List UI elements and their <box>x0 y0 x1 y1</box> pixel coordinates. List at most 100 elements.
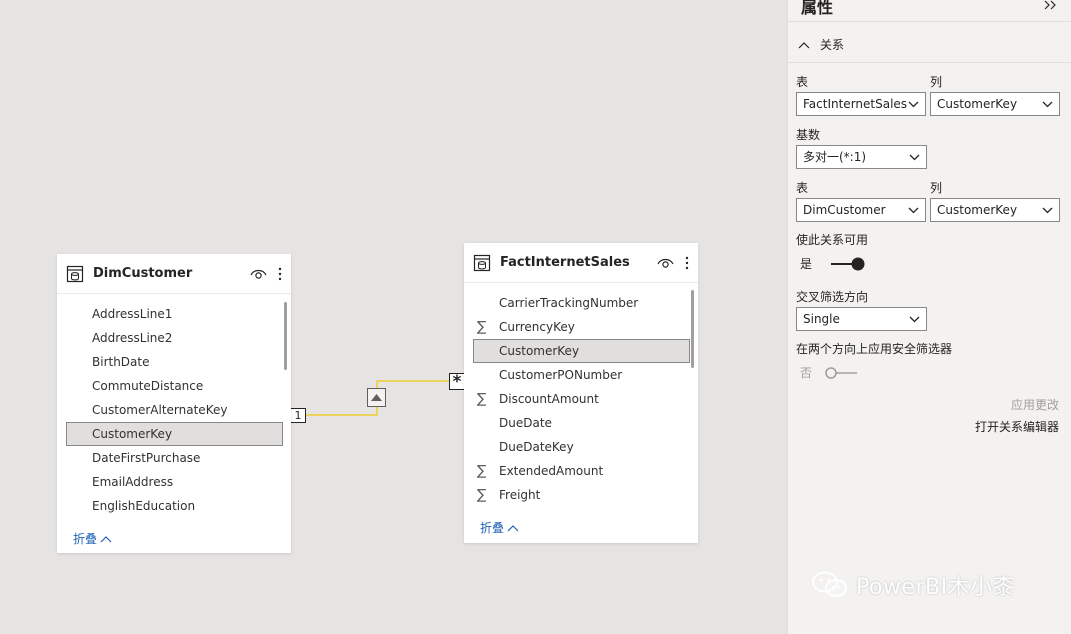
active-state: 是 <box>800 257 813 271</box>
field-row[interactable]: DueDate <box>464 411 698 435</box>
field-name: AddressLine1 <box>92 307 173 321</box>
watermark-text: PowerBI木小桼 <box>856 575 1016 600</box>
field-row[interactable]: CommuteDistance <box>57 374 291 398</box>
field-row[interactable]: CustomerPONumber <box>464 363 698 387</box>
section-divider <box>788 62 1071 63</box>
pane-header: 属性 <box>788 0 1071 22</box>
chevron-up-icon <box>507 524 519 531</box>
field-name: CurrencyKey <box>499 320 575 334</box>
field-name: EnglishEducation <box>92 499 196 513</box>
chevron-down-icon <box>909 154 920 161</box>
active-toggle[interactable]: 是 <box>800 255 866 272</box>
table1-value: FactInternetSales <box>803 97 908 111</box>
relationship-one-label: 1 <box>294 409 302 422</box>
sum-icon: ∑ <box>477 319 487 335</box>
toggle-switch-on[interactable] <box>830 257 866 271</box>
field-name: EmailAddress <box>92 475 174 489</box>
field-row[interactable]: DateFirstPurchase <box>57 446 291 470</box>
field-name: DueDateKey <box>499 440 574 454</box>
field-name: AddressLine2 <box>92 331 173 345</box>
field-row-selected[interactable]: CustomerKey <box>66 422 283 446</box>
chevron-down-icon <box>908 207 919 214</box>
table1-dropdown[interactable]: FactInternetSales <box>796 92 926 116</box>
open-relationship-editor-link[interactable]: 打开关系编辑器 <box>975 418 1059 435</box>
properties-pane: 属性 关系 表 列 FactInternetSales CustomerKey … <box>787 0 1071 634</box>
field-row[interactable]: EnglishEducation <box>57 494 291 518</box>
model-canvas[interactable]: 1 * DimCustomer AddressLine1 AddressLine… <box>0 0 787 634</box>
chevron-down-icon <box>1042 101 1053 108</box>
section-label: 关系 <box>820 38 845 52</box>
sum-icon: ∑ <box>477 463 487 479</box>
column1-value: CustomerKey <box>937 97 1018 111</box>
pane-title: 属性 <box>801 0 834 17</box>
eye-icon[interactable] <box>657 256 674 270</box>
double-chevron-right-icon[interactable] <box>1043 0 1057 10</box>
field-row[interactable]: BirthDate <box>57 350 291 374</box>
security-state: 否 <box>800 366 813 380</box>
table1-label: 表 <box>796 75 809 89</box>
table-title: DimCustomer <box>93 266 193 281</box>
table-card-dimcustomer[interactable]: DimCustomer AddressLine1 AddressLine2 Bi… <box>57 254 291 553</box>
field-name: CustomerPONumber <box>499 368 623 382</box>
column2-label: 列 <box>930 181 943 195</box>
field-row[interactable]: EmailAddress <box>57 470 291 494</box>
column1-dropdown[interactable]: CustomerKey <box>930 92 1060 116</box>
field-row[interactable]: ∑ Freight <box>464 483 698 507</box>
field-row[interactable]: CarrierTrackingNumber <box>464 291 698 315</box>
field-list[interactable]: AddressLine1 AddressLine2 BirthDate Comm… <box>57 302 291 518</box>
apply-changes-button[interactable]: 应用更改 <box>1011 396 1059 413</box>
field-name: Freight <box>499 488 541 502</box>
field-row[interactable]: DueDateKey <box>464 435 698 459</box>
field-name: CustomerKey <box>92 427 173 441</box>
field-row[interactable]: AddressLine2 <box>57 326 291 350</box>
field-name: CustomerAlternateKey <box>92 403 228 417</box>
cardinality-dropdown[interactable]: 多对一(*:1) <box>796 145 927 169</box>
filter-direction-dropdown[interactable]: Single <box>796 307 927 331</box>
table-header[interactable]: DimCustomer <box>57 254 291 294</box>
watermark: PowerBI木小桼 <box>810 569 1015 601</box>
toggle-switch-off[interactable] <box>824 366 860 380</box>
relationship-direction-button[interactable] <box>367 388 386 407</box>
more-vertical-icon[interactable] <box>684 255 690 271</box>
field-name: DueDate <box>499 416 552 430</box>
field-name: CommuteDistance <box>92 379 204 393</box>
chevron-down-icon <box>1042 207 1053 214</box>
table-card-factinternetsales[interactable]: FactInternetSales CarrierTrackingNumber … <box>464 243 698 543</box>
scrollbar-thumb[interactable] <box>284 302 287 370</box>
field-row[interactable]: ∑ ExtendedAmount <box>464 459 698 483</box>
active-label: 使此关系可用 <box>796 233 869 247</box>
field-row[interactable]: ∑ DiscountAmount <box>464 387 698 411</box>
scrollbar-thumb[interactable] <box>691 290 694 368</box>
collapse-button[interactable]: 折叠 <box>480 519 519 536</box>
relationship-many-label: * <box>452 372 462 392</box>
eye-icon[interactable] <box>250 267 267 281</box>
security-filter-toggle[interactable]: 否 <box>800 364 860 381</box>
field-row[interactable]: CustomerAlternateKey <box>57 398 291 422</box>
collapse-label: 折叠 <box>480 521 505 535</box>
relationship-one-marker[interactable]: 1 <box>290 408 306 423</box>
section-toggle-relationship[interactable]: 关系 <box>798 36 844 53</box>
more-vertical-icon[interactable] <box>277 266 283 282</box>
table2-dropdown[interactable]: DimCustomer <box>796 198 926 222</box>
sum-icon: ∑ <box>477 391 487 407</box>
chevron-down-icon <box>909 316 920 323</box>
column1-label: 列 <box>930 75 943 89</box>
relationship-many-marker[interactable]: * <box>449 372 465 392</box>
chevron-up-icon <box>798 41 810 48</box>
field-row[interactable]: ∑ CurrencyKey <box>464 315 698 339</box>
table-header[interactable]: FactInternetSales <box>464 243 698 283</box>
field-list[interactable]: CarrierTrackingNumber ∑ CurrencyKey Custo… <box>464 291 698 507</box>
filter-direction-label: 交叉筛选方向 <box>796 290 869 304</box>
collapse-button[interactable]: 折叠 <box>73 530 112 547</box>
filter-direction-value: Single <box>803 312 840 326</box>
table-icon <box>473 254 491 271</box>
field-row[interactable]: AddressLine1 <box>57 302 291 326</box>
column2-dropdown[interactable]: CustomerKey <box>930 198 1060 222</box>
table-icon <box>66 265 84 282</box>
field-name: CarrierTrackingNumber <box>499 296 639 310</box>
field-name: DiscountAmount <box>499 392 599 406</box>
field-name: DateFirstPurchase <box>92 451 201 465</box>
field-row-selected[interactable]: CustomerKey <box>473 339 690 363</box>
field-name: CustomerKey <box>499 344 580 358</box>
arrow-up-icon <box>371 394 382 401</box>
